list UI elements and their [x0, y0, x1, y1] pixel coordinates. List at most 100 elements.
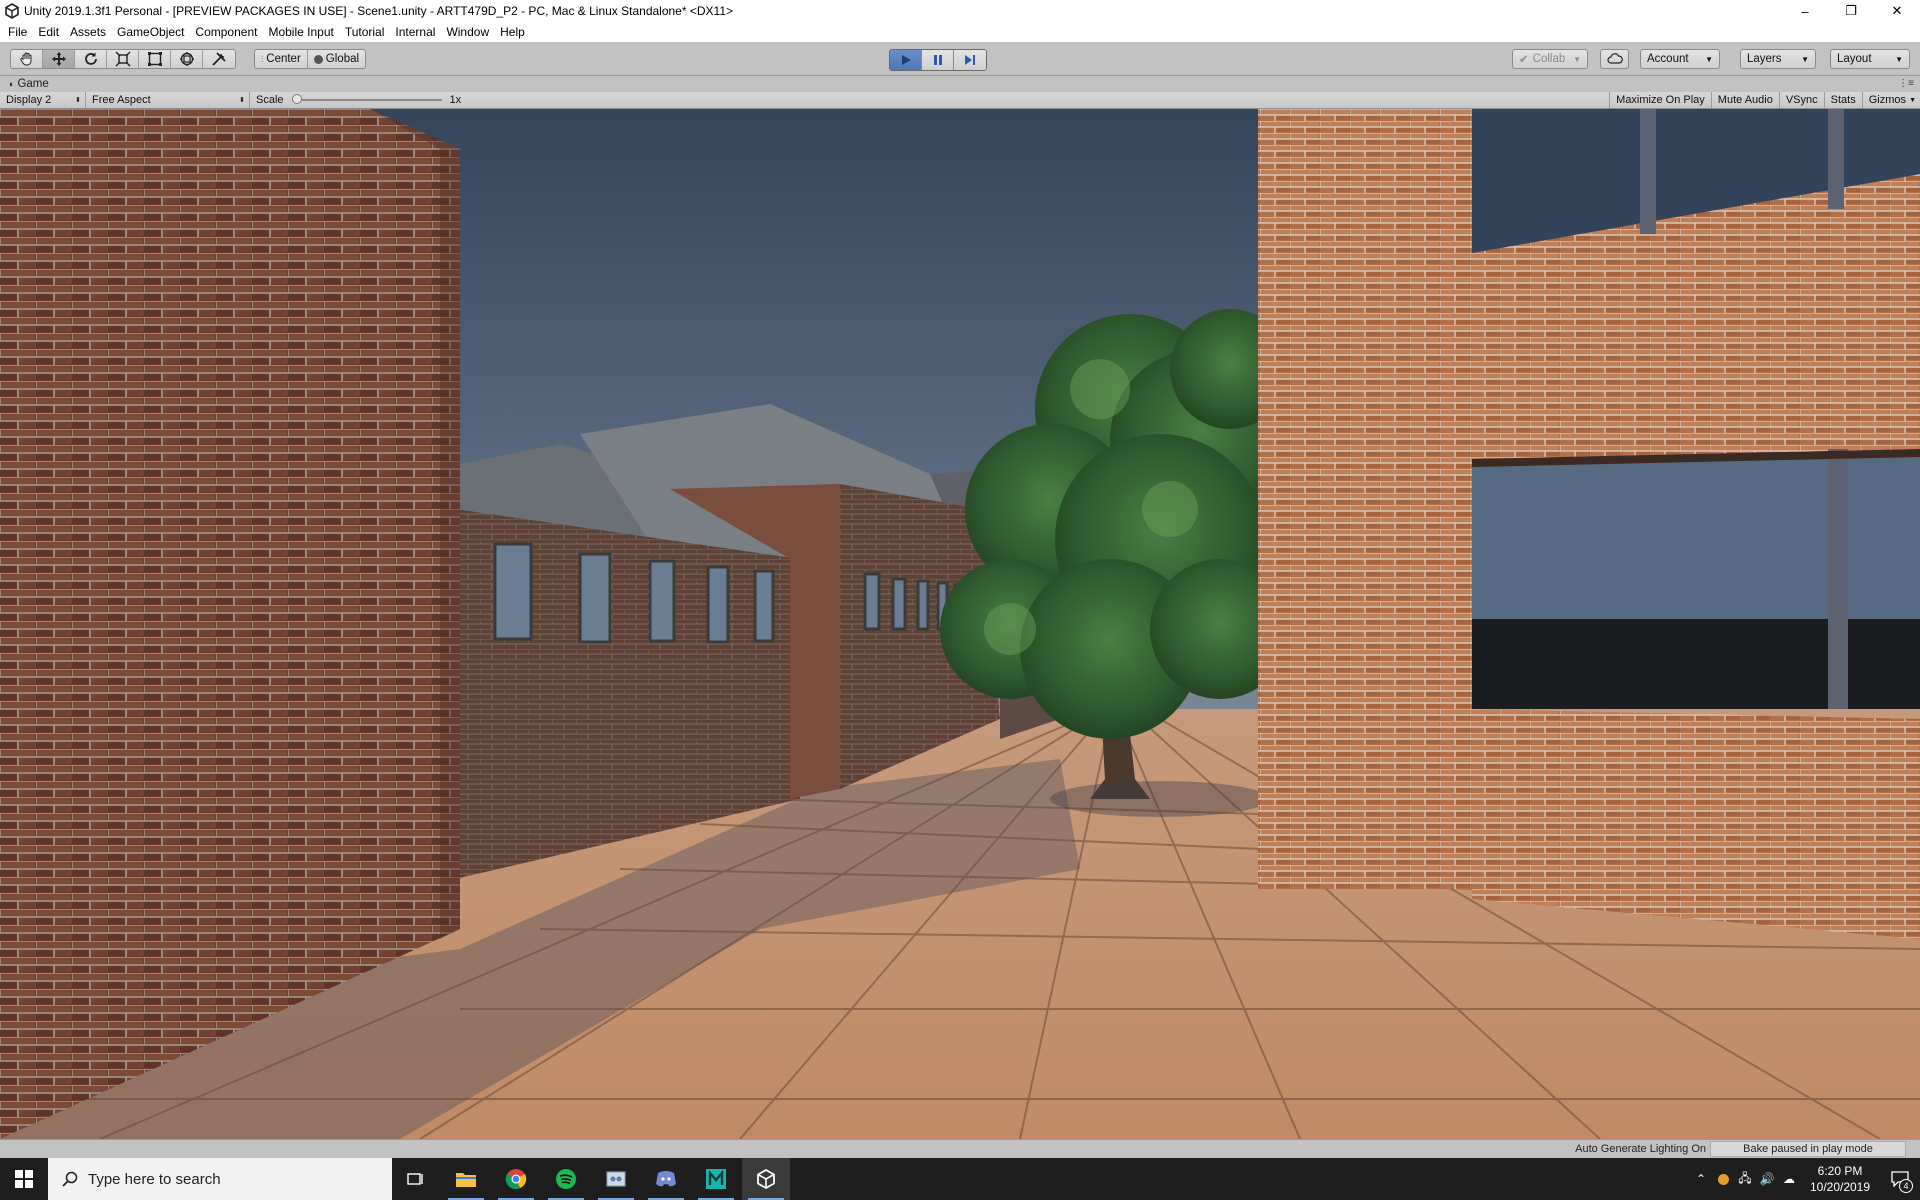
taskbar-clock[interactable]: 6:20 PM 10/20/2019 — [1800, 1163, 1880, 1195]
snipping-tool-button[interactable] — [592, 1158, 640, 1200]
onedrive-icon[interactable]: ☁ — [1778, 1172, 1800, 1186]
notification-center-button[interactable]: 4 — [1880, 1158, 1920, 1200]
notification-badge: 4 — [1899, 1179, 1913, 1193]
display-dropdown[interactable]: Display 2 ⬍ — [0, 92, 86, 108]
network-icon[interactable]: 🖧 — [1734, 1169, 1756, 1190]
aspect-label: Free Aspect — [92, 94, 151, 106]
gizmos-dropdown[interactable]: Gizmos ▼ — [1861, 92, 1920, 108]
clock-date: 10/20/2019 — [1809, 1180, 1871, 1194]
chevron-down-icon: ▼ — [1801, 54, 1809, 64]
game-tab-label: Game — [17, 78, 49, 90]
cloud-button[interactable] — [1600, 49, 1629, 69]
maya-icon — [706, 1169, 726, 1189]
scale-icon — [115, 51, 130, 67]
scale-tool-button[interactable] — [107, 50, 139, 68]
rotate-tool-button[interactable] — [75, 50, 107, 68]
layers-dropdown[interactable]: Layers ▼ — [1740, 49, 1816, 69]
pause-icon — [933, 55, 942, 65]
minimize-button[interactable]: – — [1782, 0, 1828, 22]
scale-slider[interactable] — [291, 94, 442, 104]
rect-tool-button[interactable] — [139, 50, 171, 68]
taskbar-search-input[interactable]: Type here to search — [48, 1158, 392, 1200]
move-tool-button[interactable] — [43, 50, 75, 68]
clock-time: 6:20 PM — [1817, 1164, 1863, 1178]
chevron-down-icon: ▼ — [1895, 54, 1903, 64]
status-bar: Auto Generate Lighting On Bake paused in… — [0, 1139, 1920, 1158]
stats-label: Stats — [1830, 94, 1856, 106]
chrome-button[interactable] — [492, 1158, 540, 1200]
aspect-dropdown[interactable]: Free Aspect ⬍ — [86, 92, 250, 108]
rotate-icon — [84, 52, 97, 65]
hand-icon — [19, 52, 31, 66]
chevron-down-icon: ▼ — [1573, 54, 1581, 64]
play-controls — [889, 49, 987, 71]
menu-file[interactable]: File — [4, 22, 34, 42]
discord-button[interactable] — [642, 1158, 690, 1200]
folder-icon — [456, 1173, 476, 1187]
chevron-updown-icon: ⬍ — [75, 97, 81, 104]
account-label: Account — [1647, 53, 1689, 65]
mute-audio-label: Mute Audio — [1717, 94, 1773, 106]
task-view-button[interactable] — [392, 1158, 440, 1200]
menu-gameobject[interactable]: GameObject — [113, 22, 191, 42]
menu-edit[interactable]: Edit — [34, 22, 66, 42]
menu-internal[interactable]: Internal — [391, 22, 442, 42]
scale-slider-knob[interactable] — [291, 94, 302, 104]
maximize-on-play-label: Maximize On Play — [1616, 94, 1705, 106]
taskbar: Type here to search ⌃ 🖧 🔊 ☁ 6:20 PM 10/2… — [0, 1158, 1920, 1200]
play-button[interactable] — [890, 50, 922, 70]
custom-tool-button[interactable] — [203, 50, 235, 68]
menu-component[interactable]: Component — [191, 22, 264, 42]
maximize-on-play-toggle[interactable]: Maximize On Play — [1609, 92, 1711, 108]
main-toolbar: ⫶ Center Global ✔ Collab ▼ Account ▼ Lay… — [0, 42, 1920, 76]
maya-button[interactable] — [692, 1158, 740, 1200]
cloud-icon — [1606, 53, 1623, 64]
menu-window[interactable]: Window — [442, 22, 496, 42]
file-explorer-button[interactable] — [442, 1158, 490, 1200]
tab-menu-icon[interactable]: ⋮≡ — [1898, 78, 1914, 89]
layout-dropdown[interactable]: Layout ▼ — [1830, 49, 1910, 69]
menu-mobile-input[interactable]: Mobile Input — [264, 22, 340, 42]
start-button[interactable] — [0, 1158, 48, 1200]
menu-tutorial[interactable]: Tutorial — [341, 22, 392, 42]
chrome-icon — [505, 1169, 527, 1189]
pivot-mode-button[interactable]: ⫶ Center — [255, 50, 308, 68]
title-bar: Unity 2019.1.3f1 Personal - [PREVIEW PAC… — [0, 0, 1920, 22]
bake-status: Bake paused in play mode — [1710, 1141, 1906, 1157]
transform-tool-button[interactable] — [171, 50, 203, 68]
step-icon — [965, 55, 975, 65]
weather-icon[interactable] — [1712, 1173, 1734, 1185]
layers-label: Layers — [1747, 53, 1782, 65]
game-controller-icon: ◖ — [8, 79, 14, 89]
account-dropdown[interactable]: Account ▼ — [1640, 49, 1720, 69]
hand-tool-button[interactable] — [11, 50, 43, 68]
tab-game[interactable]: ◖ Game — [8, 78, 49, 90]
pause-button[interactable] — [922, 50, 954, 70]
transform-tools — [10, 49, 236, 69]
mute-audio-toggle[interactable]: Mute Audio — [1710, 92, 1779, 108]
chevron-updown-icon: ⬍ — [239, 97, 245, 104]
collab-button[interactable]: ✔ Collab ▼ — [1512, 49, 1588, 69]
spotify-button[interactable] — [542, 1158, 590, 1200]
vsync-toggle[interactable]: VSync — [1778, 92, 1824, 108]
unity-logo-icon — [5, 3, 19, 19]
globe-icon — [313, 54, 323, 64]
maximize-button[interactable]: ❐ — [1828, 0, 1874, 22]
space-label: Global — [325, 53, 360, 65]
volume-icon[interactable]: 🔊 — [1756, 1172, 1778, 1186]
pivot-rotation-button[interactable]: Global — [308, 50, 365, 68]
display-label: Display 2 — [6, 94, 52, 106]
unity-button[interactable] — [742, 1158, 790, 1200]
game-viewport[interactable] — [0, 109, 1920, 1139]
check-icon: ✔ — [1519, 54, 1529, 66]
tools-icon — [212, 52, 226, 66]
chevron-up-icon[interactable]: ⌃ — [1690, 1172, 1712, 1186]
game-tab-bar: ◖ Game ⋮≡ — [0, 76, 1920, 92]
vsync-label: VSync — [1785, 94, 1818, 106]
menu-help[interactable]: Help — [496, 22, 532, 42]
close-button[interactable]: ✕ — [1874, 0, 1920, 22]
menu-assets[interactable]: Assets — [66, 22, 113, 42]
step-button[interactable] — [954, 50, 986, 70]
stats-toggle[interactable]: Stats — [1823, 92, 1862, 108]
layout-label: Layout — [1837, 53, 1872, 65]
